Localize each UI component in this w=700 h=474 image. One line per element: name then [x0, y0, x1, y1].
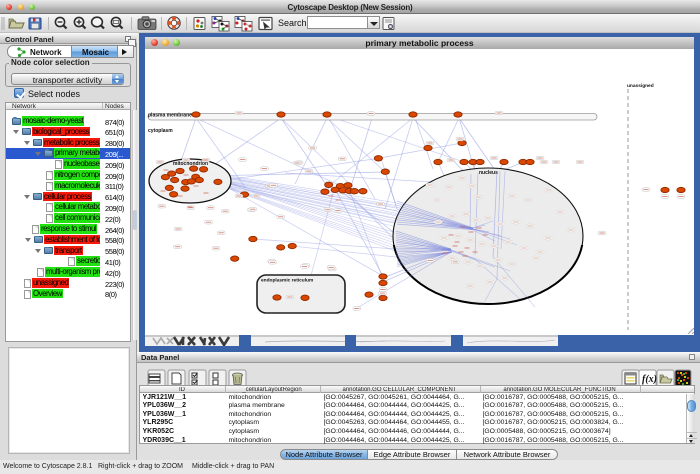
svg-text:endoplasmic reticulum: endoplasmic reticulum [261, 278, 313, 284]
svg-text:unassigned: unassigned [627, 83, 654, 89]
svg-text:cytoplasm: cytoplasm [148, 128, 173, 134]
svg-text:plasma membrane: plasma membrane [148, 113, 192, 119]
svg-text:nucleus: nucleus [479, 170, 498, 176]
svg-text:f(x): f(x) [642, 374, 657, 385]
